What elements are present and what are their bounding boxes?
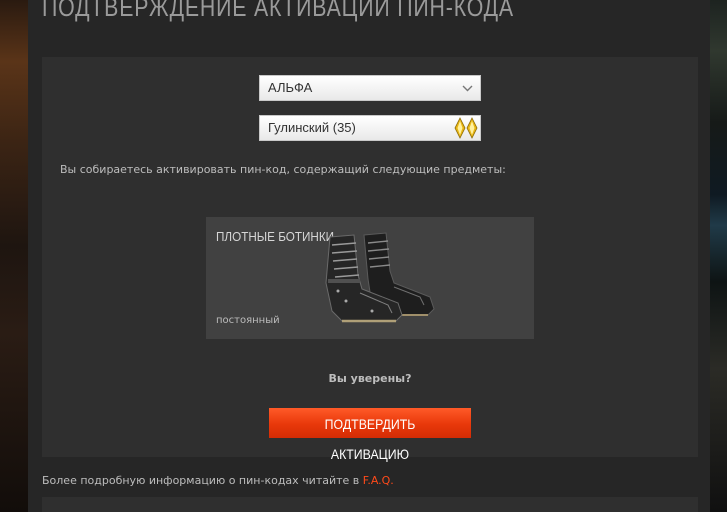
chevron-down-icon	[462, 85, 473, 92]
confirm-question: Вы уверены?	[328, 372, 412, 385]
confirm-activation-button[interactable]: ПОДТВЕРДИТЬ АКТИВАЦИЮ	[269, 408, 471, 462]
server-select[interactable]: АЛЬФА	[259, 75, 481, 101]
confirm-activation-button-label: ПОДТВЕРДИТЬ АКТИВАЦИЮ	[324, 416, 416, 462]
activation-panel: АЛЬФА Гулинский (35) Вы собираетесь акти…	[42, 57, 698, 462]
left-background-art	[0, 0, 28, 512]
rank-insignia-icon	[454, 117, 478, 139]
main-content: ПОДТВЕРЖДЕНИЕ АКТИВАЦИИ ПИН-КОДА АЛЬФА Г…	[28, 0, 710, 512]
item-duration: постоянный	[216, 315, 280, 326]
right-background-art	[710, 0, 727, 512]
character-select-value: Гулинский (35)	[268, 120, 356, 135]
item-card: ПЛОТНЫЕ БОТИНКИ постоянный	[206, 217, 534, 339]
footer-text: Более подробную информацию о пин-кодах ч…	[42, 474, 363, 487]
faq-link[interactable]: F.A.Q.	[363, 474, 394, 487]
character-select[interactable]: Гулинский (35)	[259, 115, 481, 141]
info-text: Вы собираетесь активировать пин-код, сод…	[60, 163, 506, 176]
bottom-panel	[42, 497, 698, 512]
server-select-value: АЛЬФА	[268, 80, 313, 95]
combat-boots-image	[325, 232, 435, 323]
footer-note: Более подробную информацию о пин-кодах ч…	[42, 474, 394, 487]
page-title: ПОДТВЕРЖДЕНИЕ АКТИВАЦИИ ПИН-КОДА	[42, 0, 514, 22]
